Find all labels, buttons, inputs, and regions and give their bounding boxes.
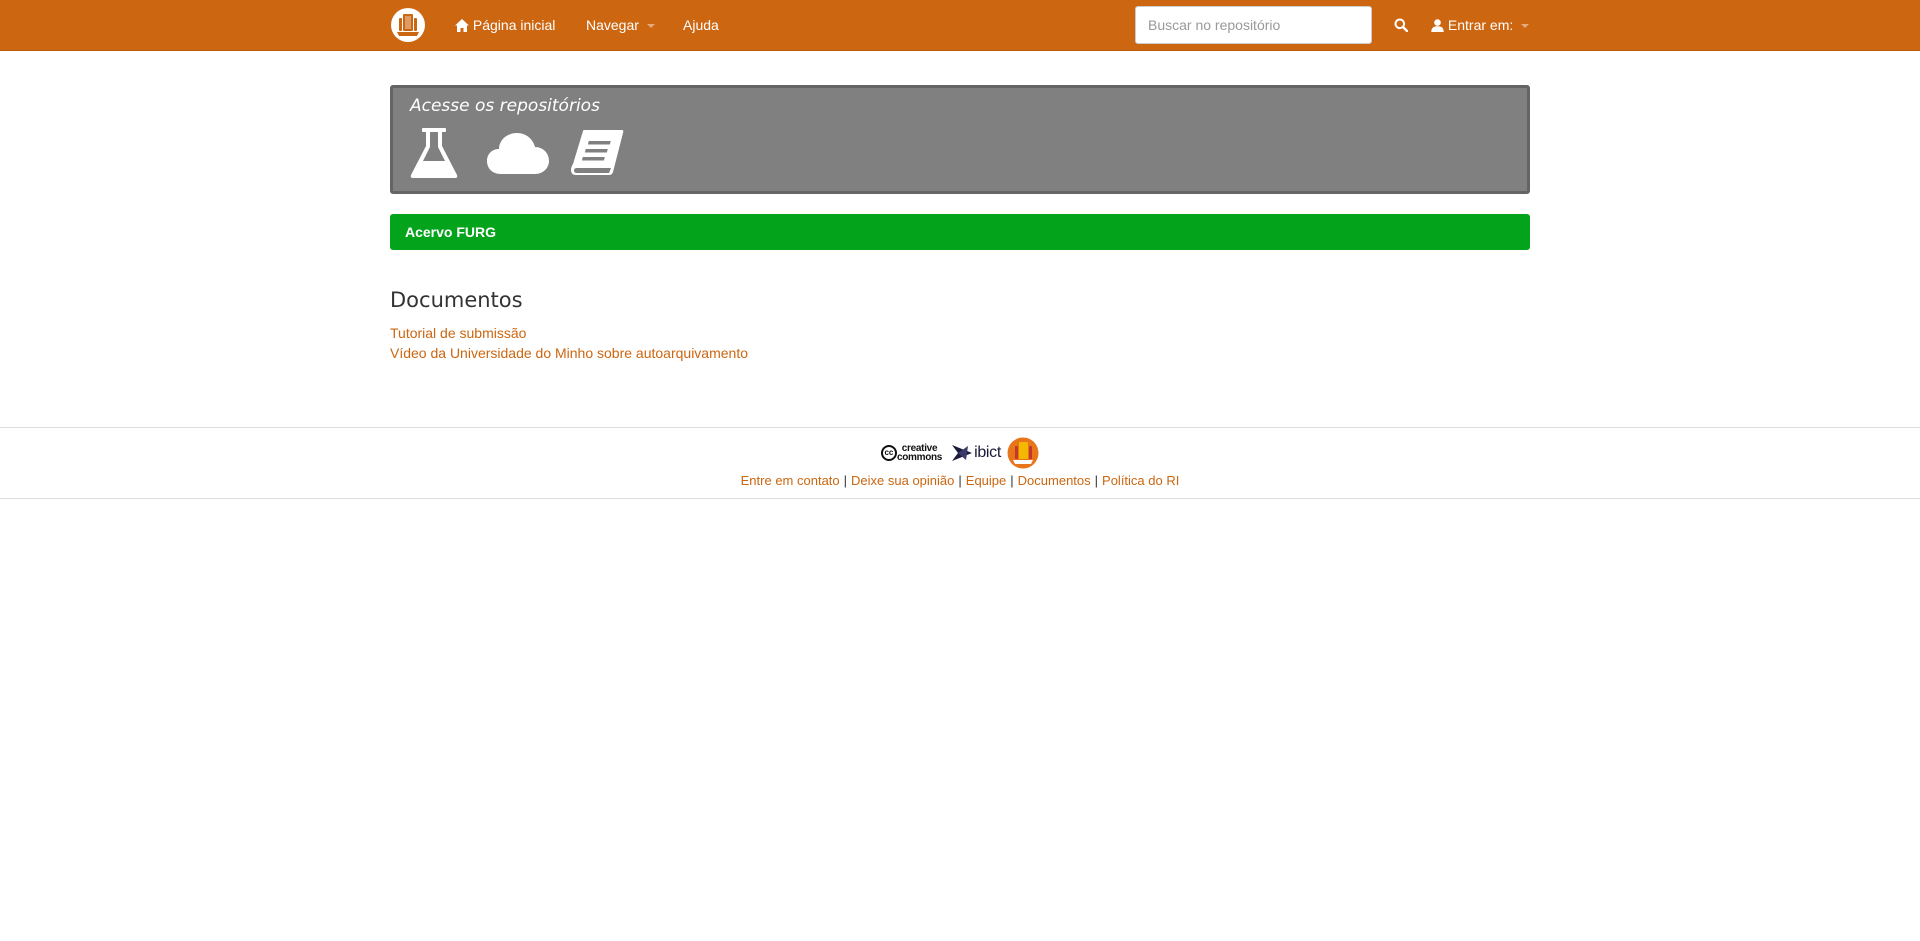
ibict-wordmark: ibict bbox=[974, 444, 1002, 461]
repositories-title: Acesse os repositórios bbox=[410, 96, 600, 116]
search-input[interactable] bbox=[1135, 6, 1372, 44]
flask-icon[interactable] bbox=[410, 128, 458, 178]
footer-link-documents[interactable]: Documentos bbox=[1018, 473, 1091, 488]
chevron-down-icon bbox=[1521, 24, 1530, 29]
ibict-emblem-icon bbox=[952, 445, 973, 461]
nav-browse-label: Navegar bbox=[586, 17, 639, 33]
nav-home-link[interactable]: Página inicial bbox=[455, 0, 555, 51]
nav-home-label: Página inicial bbox=[472, 17, 556, 33]
footer-separator: | bbox=[843, 473, 848, 488]
ibict-logo[interactable]: ibict bbox=[950, 442, 1001, 464]
footer-link-team[interactable]: Equipe bbox=[966, 473, 1006, 488]
footer-link-policy[interactable]: Política do RI bbox=[1102, 473, 1179, 488]
home-icon bbox=[455, 19, 469, 32]
cc-wordmark: creative commons bbox=[896, 444, 943, 463]
footer: cc creative commons ibict Entre em conta… bbox=[0, 427, 1920, 499]
top-navbar: Página inicial Navegar Ajuda Entrar em: bbox=[0, 0, 1920, 51]
login-label: Entrar em: bbox=[1447, 17, 1514, 33]
documents-heading: Documentos bbox=[390, 288, 523, 312]
footer-separator: | bbox=[1094, 473, 1099, 488]
footer-link-contact[interactable]: Entre em contato bbox=[741, 473, 840, 488]
footer-separator: | bbox=[958, 473, 962, 488]
footer-separator: | bbox=[1010, 473, 1014, 488]
repository-footer-logo-icon[interactable] bbox=[1007, 437, 1039, 469]
cc-badge: cc bbox=[880, 445, 897, 461]
chevron-down-icon bbox=[646, 24, 655, 29]
search-icon bbox=[1394, 18, 1408, 32]
creative-commons-logo[interactable]: cc creative commons bbox=[880, 444, 943, 463]
document-link-video[interactable]: Vídeo da Universidade do Minho sobre aut… bbox=[390, 345, 748, 361]
acervo-furg-banner[interactable]: Acervo FURG bbox=[390, 214, 1530, 250]
login-dropdown[interactable]: Entrar em: bbox=[1431, 0, 1530, 51]
footer-links: Entre em contato | Deixe sua opinião | Equip… bbox=[0, 473, 1920, 488]
nav-help-link[interactable]: Ajuda bbox=[683, 0, 719, 51]
cc-word-line2: commons bbox=[896, 452, 943, 463]
nav-browse-dropdown[interactable]: Navegar bbox=[586, 0, 655, 51]
nav-help-label: Ajuda bbox=[683, 17, 719, 33]
navbar-container: Página inicial Navegar Ajuda Entrar em: bbox=[390, 0, 1530, 51]
repository-logo-icon[interactable] bbox=[390, 7, 426, 43]
footer-logos: cc creative commons ibict bbox=[0, 437, 1920, 469]
book-icon[interactable] bbox=[570, 128, 624, 178]
footer-link-feedback[interactable]: Deixe sua opinião bbox=[851, 473, 954, 488]
document-link-tutorial[interactable]: Tutorial de submissão bbox=[390, 325, 526, 341]
cloud-icon[interactable] bbox=[487, 128, 549, 178]
repositories-panel: Acesse os repositórios bbox=[390, 85, 1530, 194]
user-icon bbox=[1431, 19, 1444, 32]
search-button[interactable] bbox=[1382, 6, 1420, 44]
